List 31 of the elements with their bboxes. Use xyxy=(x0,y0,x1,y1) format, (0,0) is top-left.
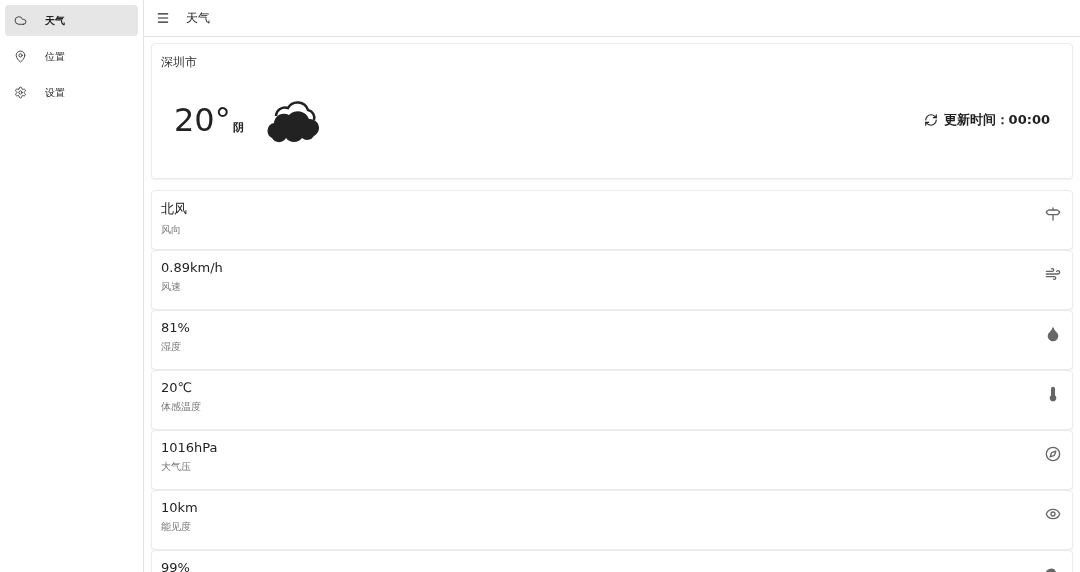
detail-label: 湿度 xyxy=(161,340,182,354)
signpost-icon xyxy=(1045,206,1061,222)
settings-icon xyxy=(14,86,27,99)
detail-label: 大气压 xyxy=(161,460,192,474)
detail-value: 北风 xyxy=(161,200,187,218)
weather-condition: 阴 xyxy=(232,120,244,135)
nav-item[interactable]: 天气 xyxy=(5,5,138,36)
detail-value: 99% xyxy=(161,560,190,572)
nav-item[interactable]: 设置 xyxy=(5,77,138,108)
detail-value: 20℃ xyxy=(161,380,194,395)
nav-item[interactable]: 位置 xyxy=(5,41,138,72)
detail-label: 体感温度 xyxy=(161,400,201,414)
detail-value: 81% xyxy=(161,320,190,335)
compass-icon xyxy=(1045,446,1061,462)
city-name: 深圳市 xyxy=(161,54,198,71)
droplet-icon xyxy=(1045,326,1061,342)
detail-label: 风向 xyxy=(161,223,182,237)
temperature: 20° xyxy=(174,100,231,139)
menu-icon[interactable] xyxy=(156,11,170,25)
update-time: 更新时间：00:00 xyxy=(943,110,1050,129)
detail-value: 0.89km/h xyxy=(161,260,223,275)
cloud-icon xyxy=(14,14,27,27)
detail-label: 能见度 xyxy=(161,520,192,534)
detail-value: 1016hPa xyxy=(161,440,218,455)
page-title: 天气 xyxy=(186,9,210,27)
detail-label: 风速 xyxy=(161,280,182,294)
location-pin-icon xyxy=(14,50,27,63)
refresh-icon[interactable] xyxy=(923,112,938,127)
eye-icon xyxy=(1045,506,1061,522)
wind-icon xyxy=(1045,266,1061,282)
detail-value: 10km xyxy=(161,500,198,515)
